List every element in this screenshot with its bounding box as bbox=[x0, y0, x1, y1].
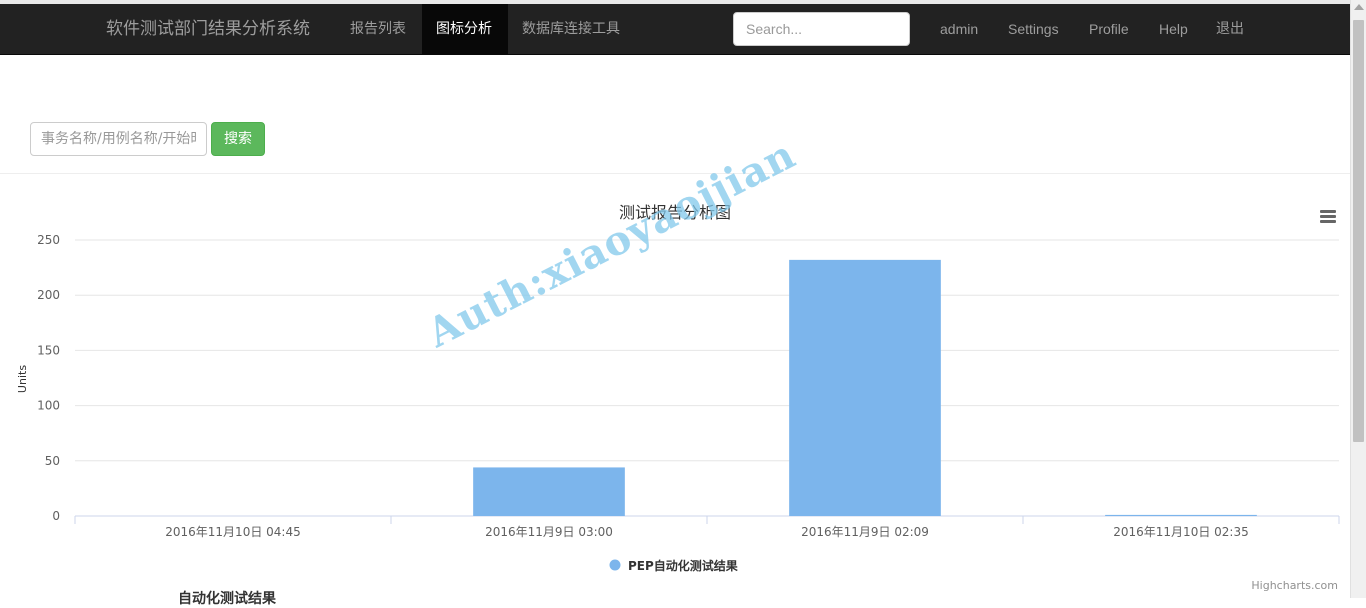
nav-help[interactable]: Help bbox=[1159, 4, 1188, 54]
filter-input[interactable] bbox=[30, 122, 207, 156]
x-tick-label: 2016年11月9日 02:09 bbox=[801, 525, 929, 539]
nav-item-chart-analysis[interactable]: 图标分析 bbox=[422, 4, 508, 54]
search-button[interactable]: 搜索 bbox=[211, 122, 265, 156]
y-tick-label: 150 bbox=[37, 343, 60, 357]
nav-profile[interactable]: Profile bbox=[1089, 4, 1129, 54]
y-tick-label: 50 bbox=[45, 454, 60, 468]
vertical-scrollbar[interactable] bbox=[1350, 0, 1366, 598]
brand-title[interactable]: 软件测试部门结果分析系统 bbox=[106, 4, 310, 54]
search-input[interactable] bbox=[733, 12, 910, 46]
legend-label: PEP自动化测试结果 bbox=[628, 558, 738, 573]
x-tick-label: 2016年11月9日 03:00 bbox=[485, 525, 613, 539]
x-tick-label: 2016年11月10日 02:35 bbox=[1113, 525, 1248, 539]
scroll-up-arrow-icon[interactable] bbox=[1354, 4, 1364, 10]
chart-menu-icon[interactable] bbox=[1320, 210, 1336, 223]
y-axis-label: Units bbox=[16, 365, 29, 393]
x-tick-label: 2016年11月10日 04:45 bbox=[165, 525, 300, 539]
nav-item-report-list[interactable]: 报告列表 bbox=[336, 4, 420, 54]
y-tick-label: 200 bbox=[37, 288, 60, 302]
bar[interactable] bbox=[473, 467, 625, 516]
section-heading: 自动化测试结果 bbox=[178, 591, 276, 607]
chart-credits[interactable]: Highcharts.com bbox=[1251, 579, 1338, 592]
nav-logout[interactable]: 退出 bbox=[1216, 4, 1244, 54]
y-tick-label: 0 bbox=[52, 509, 60, 523]
scroll-thumb[interactable] bbox=[1353, 20, 1364, 442]
nav-admin[interactable]: admin bbox=[940, 4, 978, 54]
bar[interactable] bbox=[1105, 514, 1257, 516]
nav-settings[interactable]: Settings bbox=[1008, 4, 1059, 54]
bar[interactable] bbox=[789, 259, 941, 516]
legend-marker bbox=[609, 559, 621, 571]
chart-legend[interactable]: PEP自动化测试结果 bbox=[609, 558, 738, 573]
top-navbar: 软件测试部门结果分析系统 报告列表 图标分析 数据库连接工具 admin Set… bbox=[0, 4, 1350, 55]
y-tick-label: 100 bbox=[37, 399, 60, 413]
y-tick-label: 250 bbox=[37, 233, 60, 247]
nav-item-db-tool[interactable]: 数据库连接工具 bbox=[508, 4, 634, 54]
